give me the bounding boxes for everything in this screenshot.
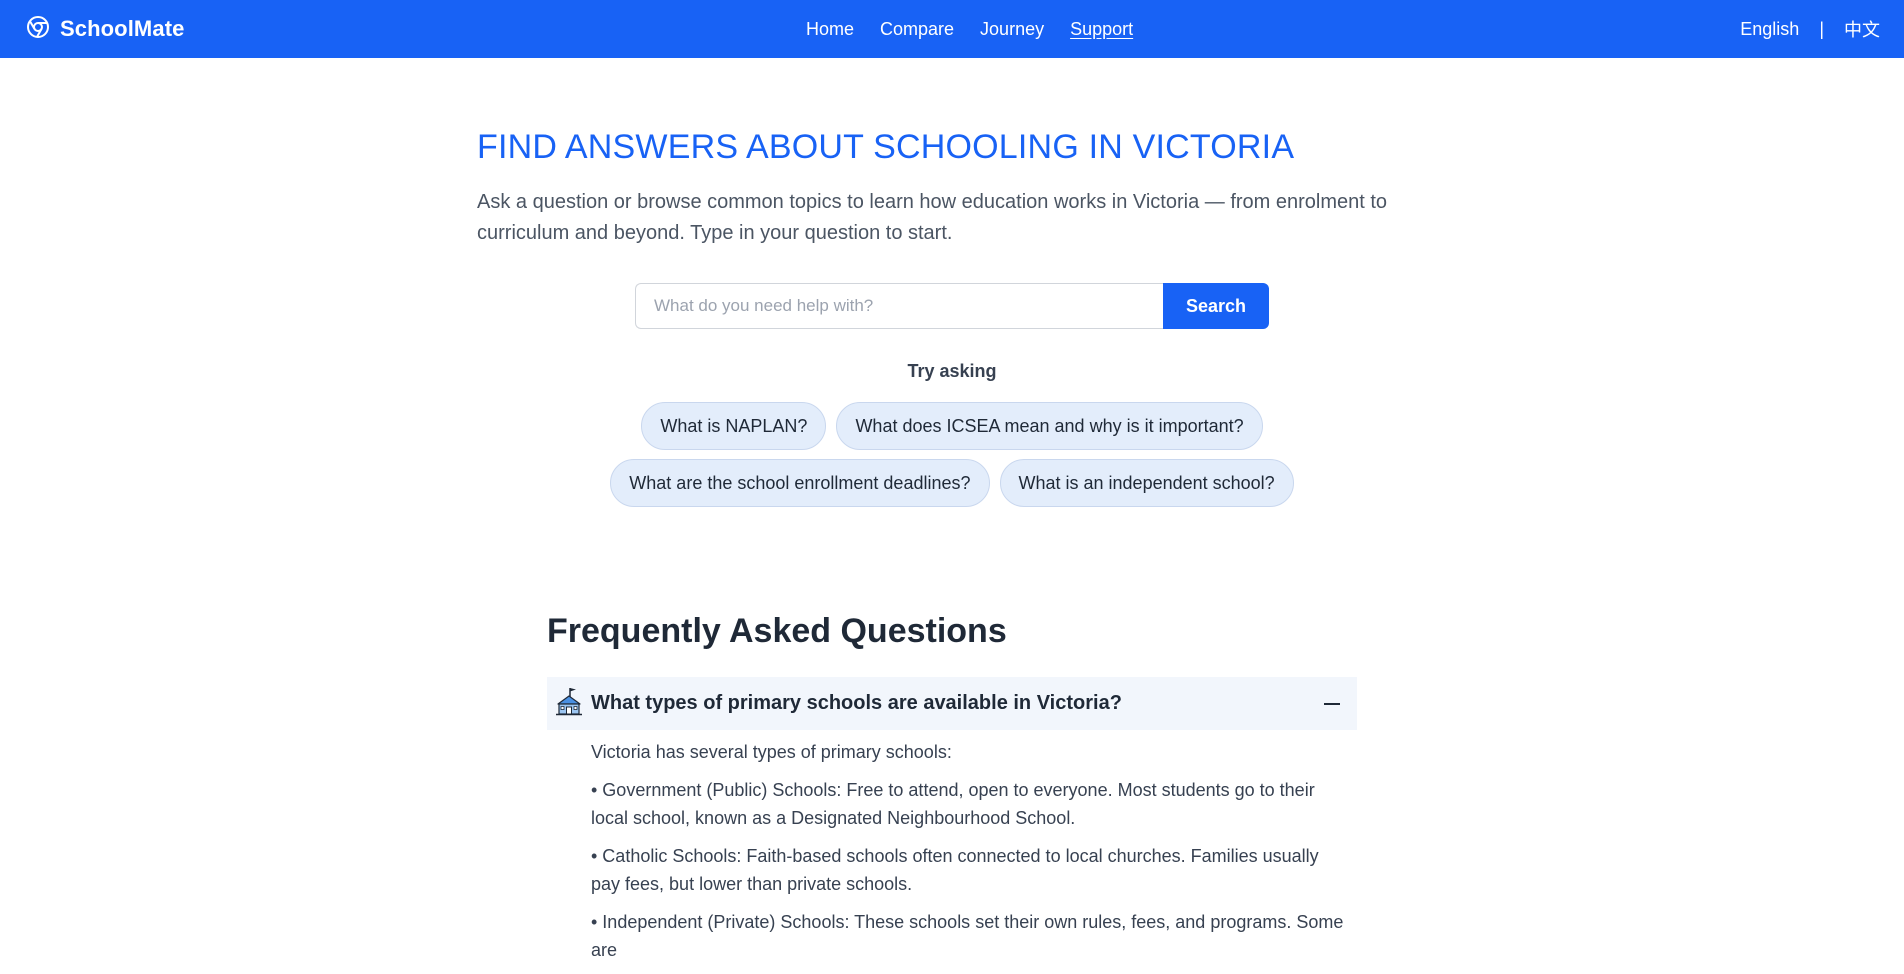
faq-question: What types of primary schools are availa… [591,692,1122,714]
suggestion-row: What is NAPLAN? What does ICSEA mean and… [0,402,1904,450]
search-button[interactable]: Search [1163,283,1269,329]
suggestion-chip-naplan[interactable]: What is NAPLAN? [641,402,827,450]
faq-answer-point: • Government (Public) Schools: Free to a… [591,780,1315,828]
suggestion-chip-enrollment-deadlines[interactable]: What are the school enrollment deadlines… [610,459,990,507]
nav-link-home[interactable]: Home [806,19,854,40]
brand-logo-link[interactable]: SchoolMate [26,0,184,58]
faq-answer-point: • Catholic Schools: Faith-based schools … [591,846,1319,894]
lang-separator: | [1819,18,1824,39]
faq-item-header[interactable]: What types of primary schools are availa… [547,677,1357,730]
faq-heading: Frequently Asked Questions [547,612,1007,650]
brand-name: SchoolMate [60,16,185,41]
top-navbar: SchoolMate Home Compare Journey Support … [0,0,1904,58]
search-input[interactable] [635,283,1163,329]
suggestion-row: What are the school enrollment deadlines… [0,459,1904,507]
page-title: FIND ANSWERS ABOUT SCHOOLING IN VICTORIA [477,128,1295,166]
brand-logo-icon [26,15,50,44]
language-switcher: English | 中文 [1740,0,1880,58]
lang-english-link[interactable]: English [1740,19,1799,40]
school-building-icon [555,686,583,721]
main-nav: Home Compare Journey Support [806,0,1133,58]
suggestion-chip-icsea[interactable]: What does ICSEA mean and why is it impor… [836,402,1263,450]
nav-link-journey[interactable]: Journey [980,19,1044,40]
nav-link-compare[interactable]: Compare [880,19,954,40]
faq-answer-intro: Victoria has several types of primary sc… [591,742,952,762]
page-description: Ask a question or browse common topics t… [477,191,1388,244]
hero-section: FIND ANSWERS ABOUT SCHOOLING IN VICTORIA… [477,128,1437,249]
search-bar: Search [635,283,1269,329]
faq-answer: Victoria has several types of primary sc… [547,730,1357,964]
faq-section: Frequently Asked Questions What types of… [547,612,1357,974]
minus-icon[interactable] [1317,677,1347,730]
lang-chinese-link[interactable]: 中文 [1844,16,1880,42]
try-asking-label: Try asking [907,361,997,381]
suggestion-chip-independent-school[interactable]: What is an independent school? [999,459,1294,507]
nav-link-support[interactable]: Support [1070,19,1133,40]
faq-answer-point: • Independent (Private) Schools: These s… [591,912,1344,960]
